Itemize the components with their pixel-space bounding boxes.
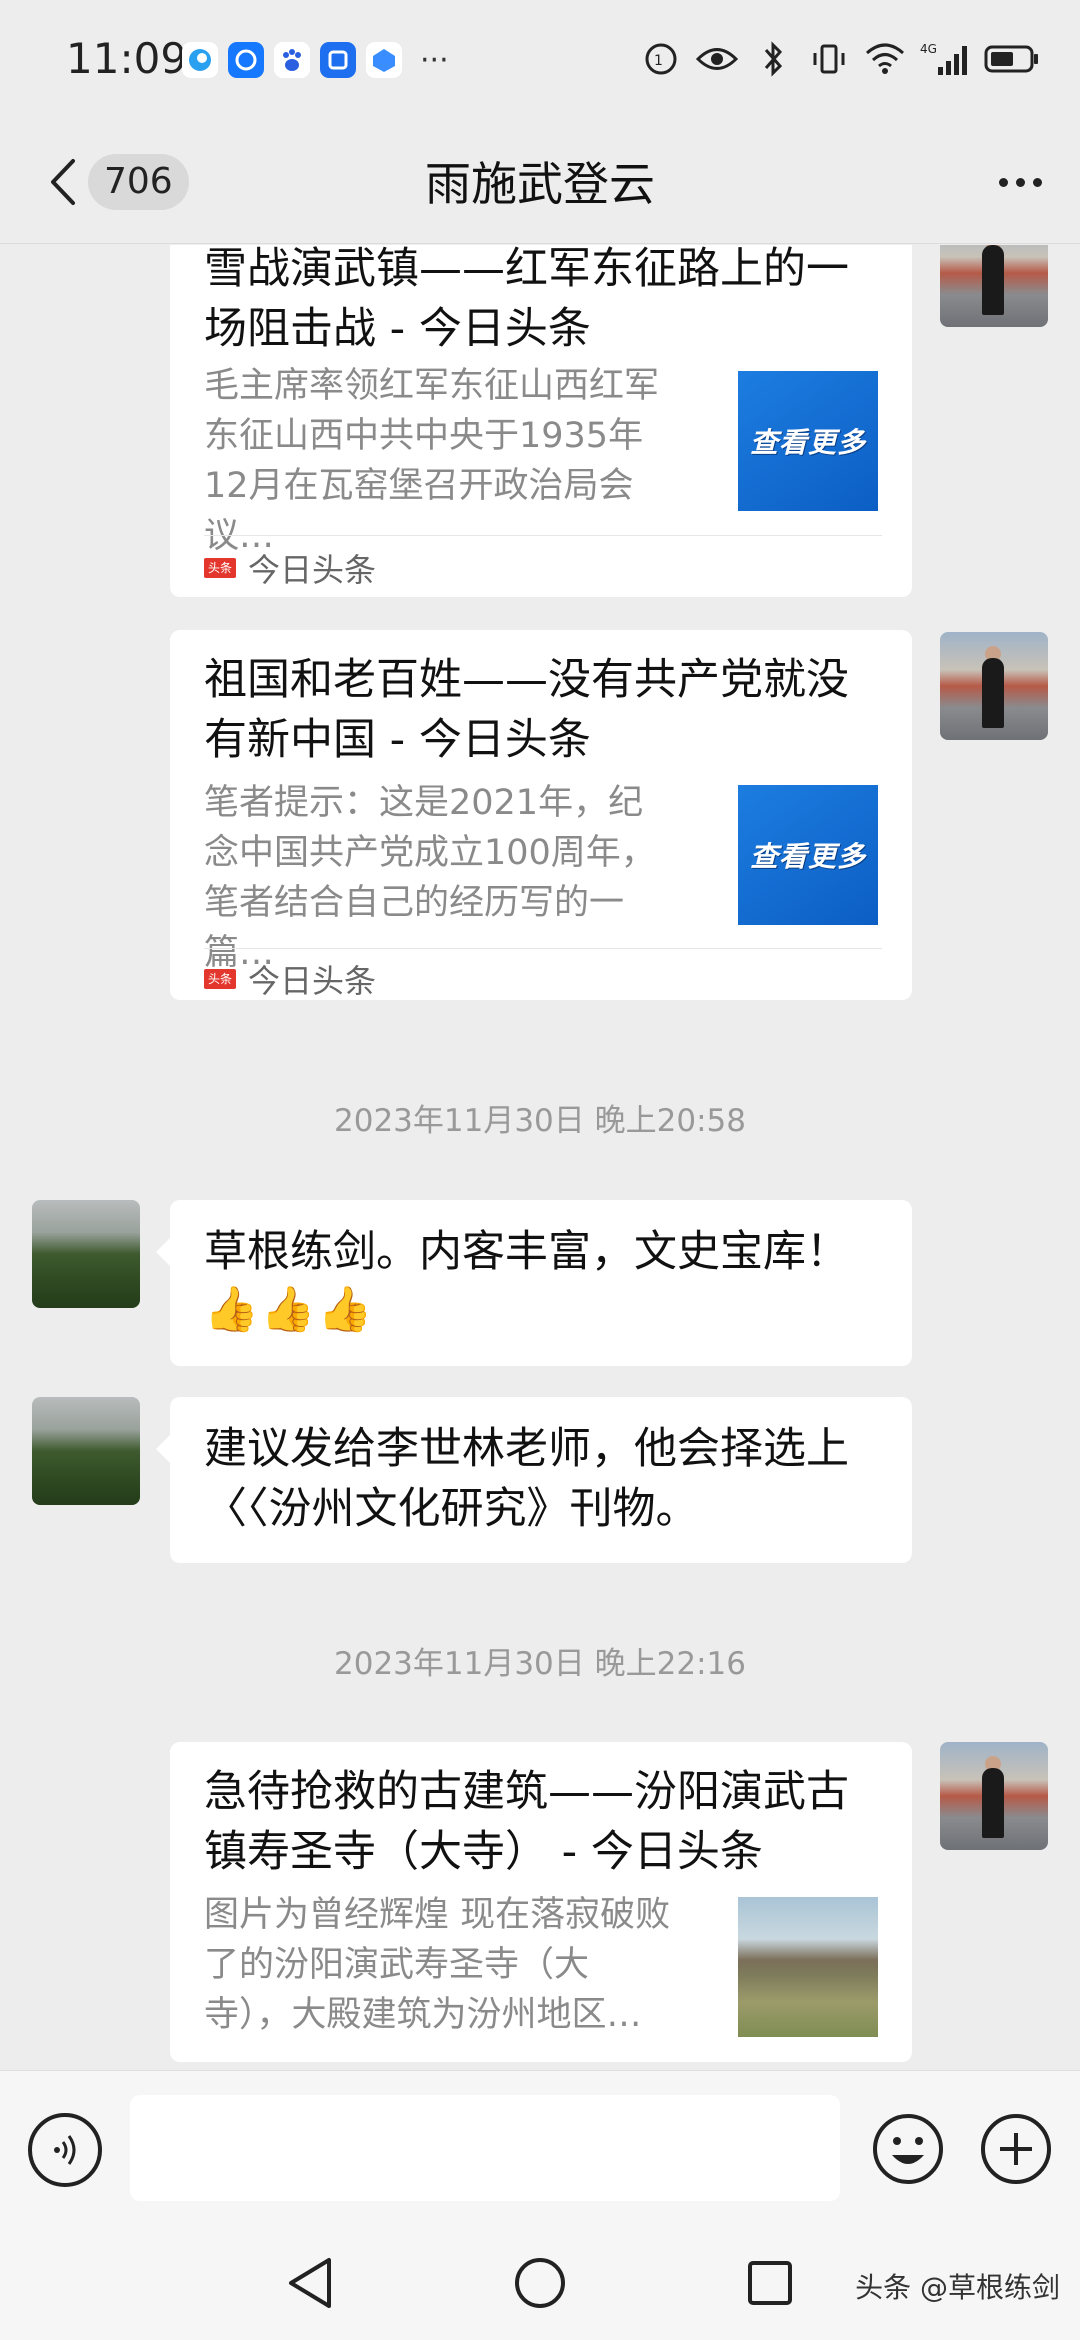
message-text: 草根练剑。内客丰富，文史宝库！ (204, 1227, 849, 1277)
chat-header: 706 雨施武登云 (0, 120, 1080, 244)
text-message-bubble[interactable]: 草根练剑。内客丰富，文史宝库！ 👍 👍 👍 (156, 1200, 912, 1366)
network-type-label: 4G (920, 42, 937, 56)
link-card-message[interactable]: 雪战演武镇——红军东征路上的一场阻击战 - 今日头条 毛主席率领红军东征山西红军… (170, 245, 912, 597)
system-navigation-bar: 头条 @草根练剑 (0, 2226, 1080, 2340)
more-dot-icon (1015, 177, 1025, 187)
thumbs-up-emoji: 👍 (317, 1284, 373, 1335)
more-options-button[interactable] (988, 150, 1052, 214)
message-timestamp: 2023年11月30日 晚上22:16 (334, 1646, 746, 1682)
thumbnail-label: 查看更多 (749, 840, 866, 873)
vibrate-icon (808, 38, 850, 80)
nav-back-button[interactable] (275, 2248, 345, 2318)
article-thumbnail-image (738, 1897, 878, 2037)
my-avatar[interactable] (940, 245, 1048, 327)
thumbs-up-emoji: 👍 (204, 1284, 259, 1335)
app-notification-icon (366, 42, 402, 78)
my-avatar[interactable] (940, 632, 1048, 740)
notification-icons: ··· (182, 42, 449, 78)
square-recents-icon (748, 2261, 792, 2305)
app-notification-icon (182, 42, 218, 78)
wifi-icon (864, 38, 906, 80)
more-functions-button[interactable] (978, 2111, 1054, 2187)
toutiao-logo-icon: 头条 (204, 969, 236, 989)
text-message-bubble[interactable]: 建议发给李世林老师，他会择选上〈〈汾州文化研究》刊物。 (156, 1397, 912, 1563)
thumbnail-label: 查看更多 (749, 426, 866, 459)
app-notification-icon (320, 42, 356, 78)
smiley-icon (873, 2114, 943, 2184)
status-time: 11:09 (66, 34, 188, 83)
thumbs-up-emoji: 👍 (260, 1284, 316, 1335)
more-notifications-icon: ··· (420, 42, 449, 78)
card-divider (204, 535, 882, 536)
nav-recents-button[interactable] (735, 2248, 805, 2318)
baidu-notification-icon (274, 42, 310, 78)
voice-input-button[interactable] (28, 2113, 102, 2187)
eye-comfort-icon (696, 38, 738, 80)
battery-icon (984, 38, 1040, 80)
app-notification-icon (228, 42, 264, 78)
link-card-title: 雪战演武镇——红军东征路上的一场阻击战 - 今日头条 (204, 245, 849, 354)
triangle-back-icon (289, 2258, 331, 2308)
emoji-button[interactable] (870, 2111, 946, 2187)
voice-icon (54, 2135, 76, 2165)
more-dot-icon (998, 177, 1008, 187)
more-thumbnail-icon: 查看更多 (738, 785, 878, 925)
message-timestamp: 2023年11月30日 晚上20:58 (334, 1103, 746, 1139)
system-status-icons: 1 4G (640, 38, 1040, 80)
link-card-source: 头条 今日头条 (204, 956, 376, 1002)
link-card-source: 头条 今日头条 (204, 545, 376, 591)
chat-title: 雨施武登云 (425, 157, 655, 211)
message-text: 建议发给李世林老师，他会择选上〈〈汾州文化研究》刊物。 (204, 1424, 849, 1534)
watermark-text: 头条 @草根练剑 (855, 2271, 1060, 2304)
svg-text:1: 1 (654, 53, 663, 69)
plus-icon (981, 2114, 1051, 2184)
card-divider (204, 948, 882, 949)
link-card-title: 急待抢救的古建筑——汾阳演武古镇寿圣寺（大寺） - 今日头条 (204, 1767, 849, 1877)
link-card-description: 图片为曾经辉煌 现在落寂破败了的汾阳演武寿圣寺（大寺），大殿建筑为汾州地区… (204, 1895, 671, 2035)
emoji-row: 👍 👍 👍 (204, 1282, 878, 1338)
contact-avatar[interactable] (32, 1397, 140, 1505)
contact-avatar[interactable] (32, 1200, 140, 1308)
link-card-message[interactable]: 急待抢救的古建筑——汾阳演武古镇寿圣寺（大寺） - 今日头条 图片为曾经辉煌 现… (170, 1742, 912, 2062)
source-name: 今日头条 (248, 962, 377, 1000)
link-card-description: 毛主席率领红军东征山西红军东征山西中共中央于1935年12月在瓦窑堡召开政治局会… (204, 366, 660, 556)
nav-home-button[interactable] (505, 2248, 575, 2318)
circle-home-icon (515, 2258, 565, 2308)
cellular-signal-icon: 4G (920, 38, 970, 80)
nfc-icon: 1 (640, 38, 682, 80)
chat-input-bar (0, 2070, 1080, 2226)
link-card-message[interactable]: 祖国和老百姓——没有共产党就没有新中国 - 今日头条 笔者提示：这是2021年，… (170, 630, 912, 1000)
more-dot-icon (1032, 177, 1042, 187)
message-input[interactable] (130, 2095, 840, 2201)
message-list[interactable]: 雪战演武镇——红军东征路上的一场阻击战 - 今日头条 毛主席率领红军东征山西红军… (0, 245, 1080, 2070)
more-thumbnail-icon: 查看更多 (738, 371, 878, 511)
source-name: 今日头条 (248, 551, 377, 589)
my-avatar[interactable] (940, 1742, 1048, 1850)
bluetooth-icon (752, 38, 794, 80)
status-bar: 11:09 ··· 1 4G (0, 0, 1080, 120)
toutiao-logo-icon: 头条 (204, 558, 236, 578)
link-card-title: 祖国和老百姓——没有共产党就没有新中国 - 今日头条 (204, 655, 849, 765)
